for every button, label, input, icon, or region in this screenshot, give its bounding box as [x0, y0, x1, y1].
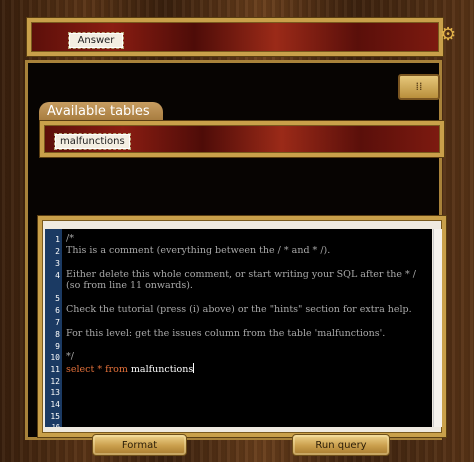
code-line: */: [66, 351, 74, 362]
line-number: 2: [55, 247, 60, 256]
table-chip-malfunctions[interactable]: malfunctions: [54, 133, 131, 150]
line-number: 1: [55, 235, 60, 244]
sql-star: *: [94, 364, 106, 375]
line-number: 10: [50, 353, 60, 362]
run-query-button[interactable]: Run query: [292, 434, 390, 456]
code-line: Either delete this whole comment, or sta…: [66, 269, 417, 280]
line-number-gutter: 1 2 3 4 5 6 7 8 9 10 11 12 13 14 15 16: [45, 229, 62, 427]
code-line: /*: [66, 233, 74, 244]
line-number: 13: [50, 388, 60, 397]
line-number: 7: [55, 318, 60, 327]
code-line: For this level: get the issues column fr…: [66, 328, 386, 339]
code-line: This is a comment (everything between th…: [66, 245, 331, 256]
expand-icon: ⁞⁞: [415, 80, 423, 93]
line-number: 3: [55, 259, 60, 268]
line-number: 14: [50, 400, 60, 409]
answer-bar: Answer: [27, 18, 443, 56]
format-button[interactable]: Format: [92, 434, 187, 456]
available-tables-heading: Available tables: [39, 102, 163, 122]
answer-tab[interactable]: Answer: [68, 32, 124, 49]
line-number: 12: [50, 377, 60, 386]
gear-icon[interactable]: ⚙: [440, 24, 456, 46]
code-line: Check the tutorial (press (i) above) or …: [66, 304, 412, 315]
line-number: 11: [50, 365, 60, 374]
line-number: 6: [55, 306, 60, 315]
tables-bar: malfunctions: [40, 121, 444, 157]
line-number: 4: [55, 271, 60, 280]
line-number: 15: [50, 412, 60, 421]
code-line: (so from line 11 onwards).: [66, 280, 193, 291]
sql-editor[interactable]: 1 2 3 4 5 6 7 8 9 10 11 12 13 14 15 16 /…: [45, 229, 432, 427]
line-number: 5: [55, 294, 60, 303]
sql-table-name: malfunctions: [127, 364, 194, 375]
line-number: 9: [55, 342, 60, 351]
sql-keyword-select: select: [66, 364, 95, 375]
expand-button[interactable]: ⁞⁞: [398, 74, 440, 100]
line-number: 16: [51, 423, 60, 427]
sql-query-line[interactable]: select * from malfunctions: [66, 363, 195, 375]
editor-scrollbar[interactable]: [433, 229, 442, 427]
line-number: 8: [55, 330, 60, 339]
sql-keyword-from: from: [105, 364, 128, 375]
text-cursor: [193, 363, 195, 373]
sql-editor-frame: 1 2 3 4 5 6 7 8 9 10 11 12 13 14 15 16 /…: [38, 216, 446, 437]
